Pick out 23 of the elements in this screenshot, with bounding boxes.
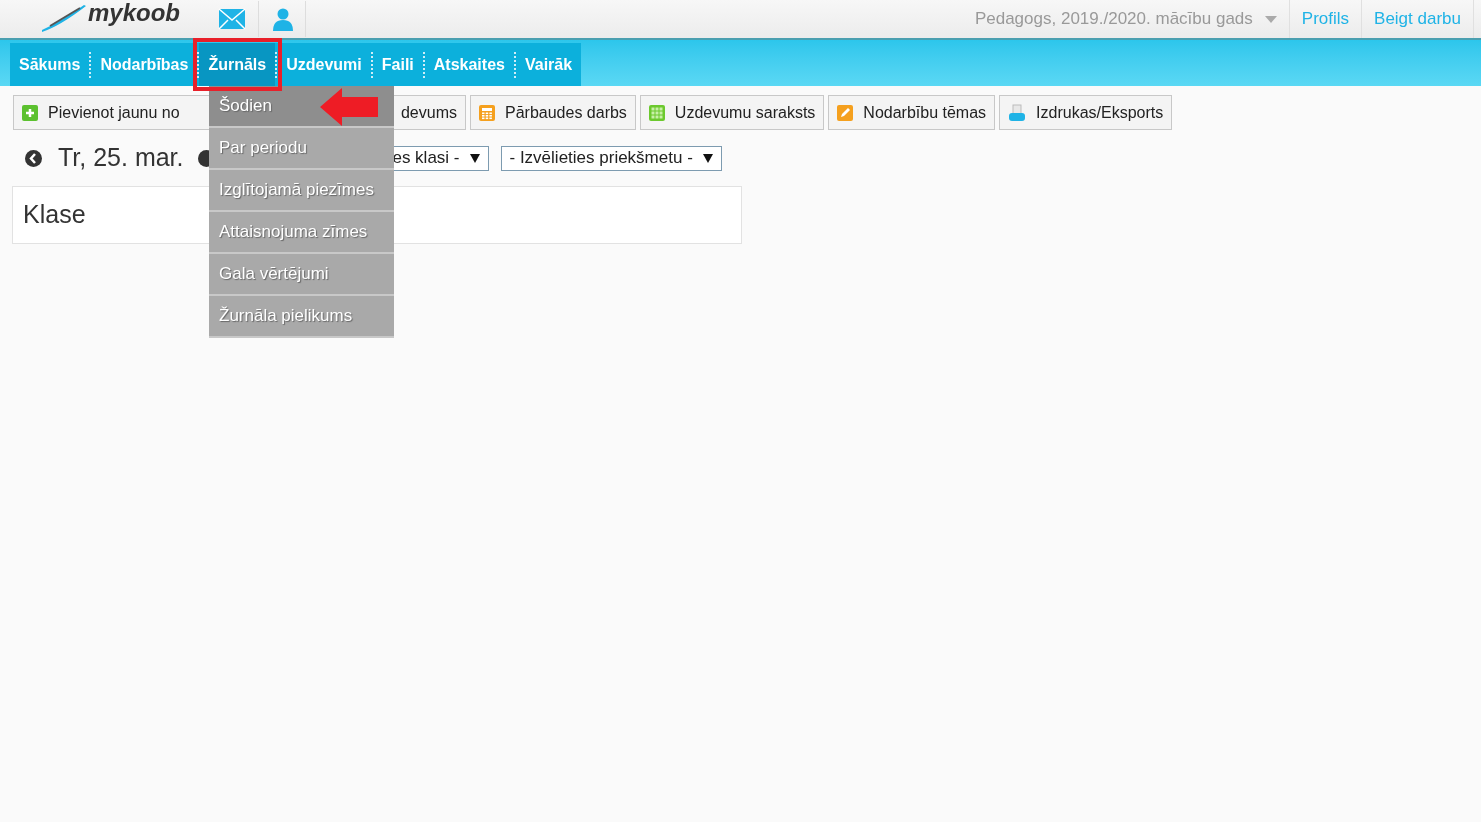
toolbar-button[interactable]: Nodarbību tēmas: [828, 95, 996, 130]
menu-item[interactable]: Par periodu: [209, 128, 394, 168]
toolbar-button[interactable]: Pārbaudes darbs: [470, 95, 636, 130]
nav-tab[interactable]: Uzdevumi: [277, 43, 371, 86]
header-link[interactable]: Beigt darbu: [1362, 6, 1473, 32]
nav-tab[interactable]: Nodarbības: [91, 43, 198, 86]
nav-tab[interactable]: Faili: [372, 43, 423, 86]
logo-text: mykoob: [88, 0, 180, 28]
nav-tab[interactable]: Atskaites: [424, 43, 514, 86]
toolbar-button[interactable]: Uzdevumu saraksts: [639, 95, 825, 130]
menu-item[interactable]: Attaisnojuma zīmes: [209, 212, 394, 252]
panel-title: Klase: [23, 199, 86, 231]
select-field[interactable]: - Izvēlieties priekšmetu -: [500, 145, 722, 171]
role-selector[interactable]: Pedagogs, 2019./2020. mācību gads: [974, 0, 1289, 38]
nav-tab[interactable]: Sākums: [10, 43, 90, 86]
menu-item[interactable]: Gala vērtējumi: [209, 254, 394, 294]
menu-item[interactable]: Žurnāla pielikums: [209, 296, 394, 336]
menu-item[interactable]: Izglītojamā piezīmes: [209, 170, 394, 210]
header-link[interactable]: Profils: [1289, 6, 1362, 32]
nav-tab[interactable]: Žurnāls: [199, 43, 276, 86]
nav-tab[interactable]: Vairāk: [515, 43, 582, 86]
date-label: Tr, 25. mar.: [58, 142, 184, 174]
toolbar-button[interactable]: Izdrukas/Eksports: [999, 95, 1173, 130]
